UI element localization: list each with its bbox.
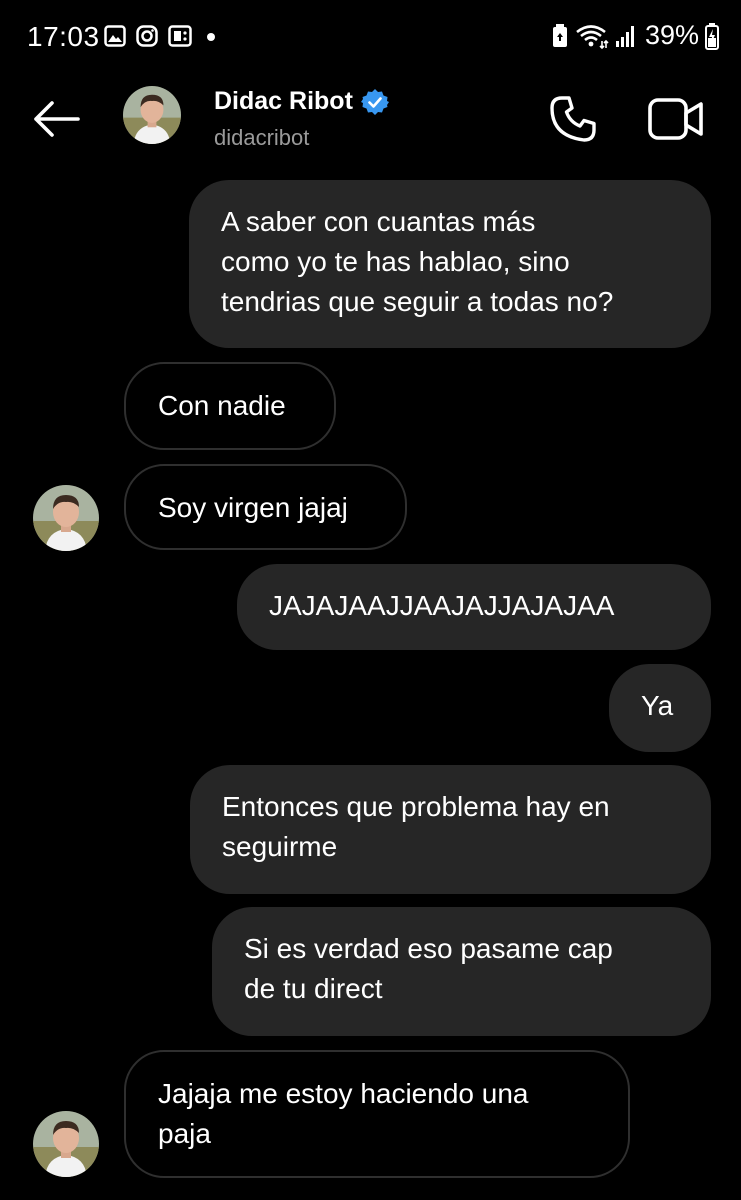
screen-record-icon: [168, 25, 192, 47]
battery-percent: 39%: [644, 20, 699, 50]
received-message[interactable]: Con nadie: [124, 362, 336, 450]
video-call-button[interactable]: [648, 96, 704, 142]
status-left-icons: [104, 25, 220, 47]
chat-screen: 17:03 39% Didac Ribot didacribot A saber…: [0, 0, 741, 1200]
sent-message[interactable]: JAJAJAAJJAAJAJJAJAJAA: [237, 564, 711, 650]
status-time: 17:03: [27, 21, 100, 52]
chat-header: Didac Ribot didacribot: [0, 78, 741, 170]
back-arrow-icon: [34, 101, 80, 137]
phone-icon: [550, 96, 596, 142]
avatar-image: [33, 1111, 99, 1177]
received-message[interactable]: Soy virgen jajaj: [124, 464, 407, 550]
avatar-image: [123, 86, 181, 144]
avatar-image: [33, 485, 99, 551]
message-avatar[interactable]: [33, 1111, 99, 1177]
video-camera-icon: [648, 98, 703, 140]
sent-message[interactable]: A saber con cuantas más como yo te has h…: [189, 180, 711, 348]
battery-saver-icon: [552, 23, 567, 47]
contact-name: Didac Ribot: [214, 87, 353, 115]
received-message[interactable]: Jajaja me estoy haciendo una paja: [124, 1050, 630, 1178]
instagram-icon: [136, 25, 158, 47]
back-button[interactable]: [30, 96, 82, 142]
status-bar: 17:03 39%: [0, 0, 741, 78]
contact-name-row[interactable]: Didac Ribot: [214, 87, 389, 116]
signal-icon: [615, 25, 634, 47]
sent-message[interactable]: Ya: [609, 664, 711, 752]
contact-avatar[interactable]: [123, 86, 181, 144]
dot-icon: [207, 33, 215, 41]
message-avatar[interactable]: [33, 485, 99, 551]
wifi-icon: [576, 24, 609, 49]
gallery-icon: [104, 25, 126, 47]
contact-username: didacribot: [214, 125, 310, 150]
sent-message[interactable]: Si es verdad eso pasame cap de tu direct: [212, 907, 711, 1036]
charging-battery-icon: [705, 22, 719, 50]
sent-message[interactable]: Entonces que problema hay en seguirme: [190, 765, 711, 894]
status-right-icons: 39%: [551, 20, 719, 51]
voice-call-button[interactable]: [548, 94, 598, 144]
verified-badge-icon: [360, 88, 389, 115]
